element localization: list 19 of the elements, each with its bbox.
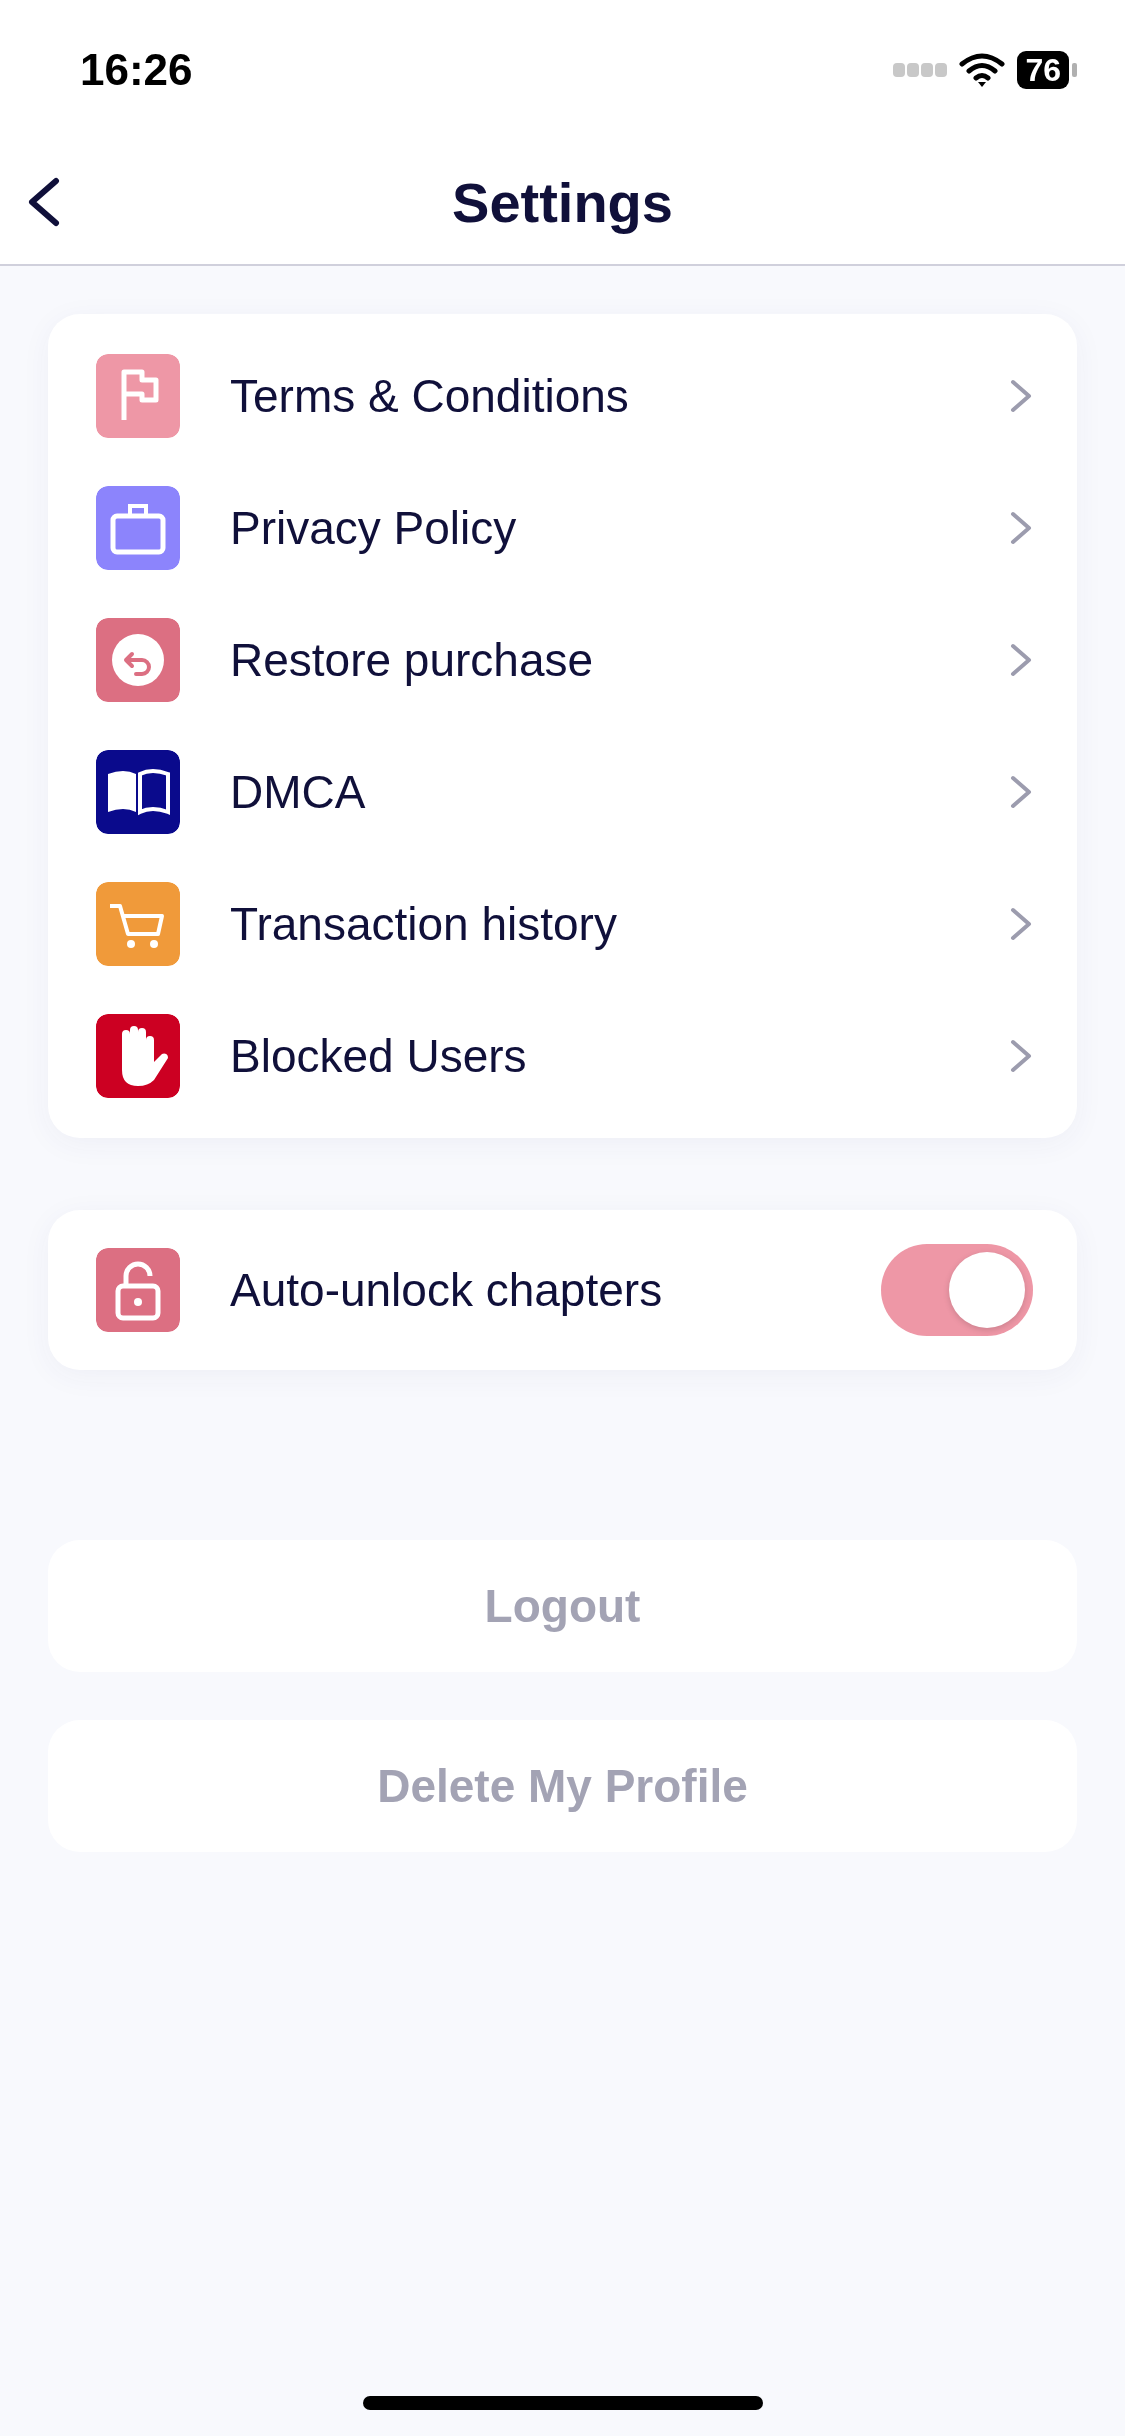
battery-cap-icon [1072, 63, 1077, 77]
screen-title: Settings [452, 169, 673, 235]
settings-row[interactable]: Privacy Policy [48, 462, 1077, 594]
settings-row[interactable]: Transaction history [48, 858, 1077, 990]
signal-icon [893, 63, 948, 77]
row-label: Blocked Users [230, 1029, 528, 1083]
settings-row[interactable]: Terms & Conditions [48, 330, 1077, 462]
row-label: DMCA [230, 765, 367, 819]
settings-row[interactable]: Restore purchase [48, 594, 1077, 726]
status-time: 16:26 [80, 45, 193, 95]
wifi-icon [959, 52, 1006, 88]
settings-row[interactable]: Blocked Users [48, 990, 1077, 1122]
row-label: Terms & Conditions [230, 369, 630, 423]
row-label: Transaction history [230, 897, 618, 951]
battery-level: 76 [1017, 51, 1069, 89]
toggle-label: Auto-unlock chapters [230, 1263, 664, 1317]
row-label: Privacy Policy [230, 501, 518, 555]
row-label: Restore purchase [230, 633, 595, 687]
settings-row[interactable]: DMCA [48, 726, 1077, 858]
